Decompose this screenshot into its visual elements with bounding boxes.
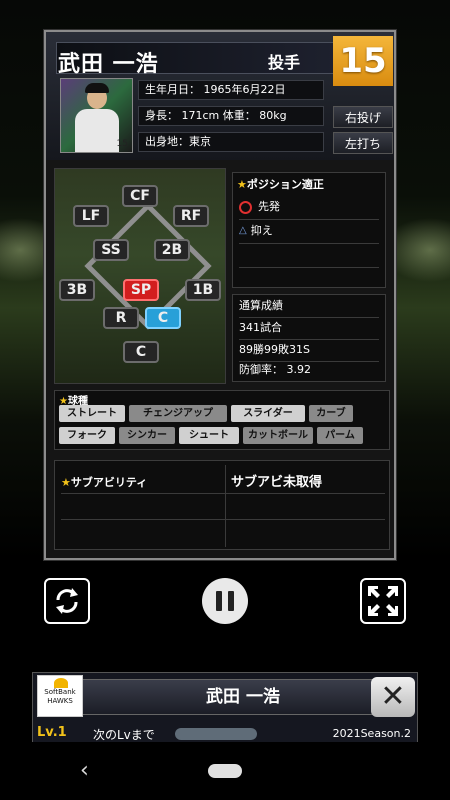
- team-logo: SoftBank HAWKS: [37, 675, 83, 717]
- pause-bar-icon: [216, 591, 222, 611]
- sub-ability-title: ★サブアビリティ: [61, 476, 148, 489]
- pitch-chip: シンカー: [119, 427, 175, 444]
- player-name: 武田 一浩: [58, 52, 159, 77]
- back-chevron-icon[interactable]: ‹: [80, 758, 89, 783]
- close-button[interactable]: ✕: [371, 677, 415, 717]
- collapse-button[interactable]: [360, 578, 406, 624]
- pos-c: C: [123, 341, 159, 363]
- next-level-label: 次のLvまで: [93, 728, 155, 742]
- team-logo-text: SoftBank HAWKS: [44, 688, 76, 705]
- player-summary-bar: 武田 一浩 SoftBank HAWKS ✕ Lv.1 次のLvまで 2021S…: [32, 672, 418, 744]
- pitch-types-panel: ★球種 ストレート チェンジアップ スライダー カーブ フォーク シンカー シュ…: [54, 390, 390, 450]
- throws-badge: 右投げ: [333, 106, 393, 128]
- rotate-button[interactable]: [44, 578, 90, 624]
- bats-badge: 左打ち: [333, 132, 393, 154]
- sub-ability-panel: ★サブアビリティ サブアビ未取得: [54, 460, 390, 550]
- sub-ability-line: [61, 493, 385, 494]
- pitch-chip: ストレート: [59, 405, 125, 422]
- aptitude-label-closer: 抑え: [250, 224, 273, 237]
- pitch-chip: パーム: [317, 427, 363, 444]
- bottom-title-bar: 武田 一浩: [75, 679, 411, 715]
- career-panel: 通算成績 341試合 89勝99敗31S 防御率： 3.92: [232, 294, 386, 382]
- aptitude-row-empty: [239, 243, 379, 268]
- pitch-chip: スライダー: [231, 405, 305, 422]
- physique-field: 身長： 171cm 体重： 80kg: [138, 106, 324, 126]
- pos-sp: SP: [123, 279, 159, 301]
- player-photo: 15: [60, 78, 133, 153]
- bottom-player-name: 武田 一浩: [206, 687, 280, 707]
- pos-lf: LF: [73, 205, 109, 227]
- player-card: 武田 一浩 投手 15 右投げ 左打ち 15 生年月日： 1965年6月22日 …: [44, 30, 396, 560]
- pos-r: R: [103, 307, 139, 329]
- rotate-icon: [56, 588, 78, 614]
- aptitude-label-starter: 先発: [258, 200, 280, 213]
- pitch-chip: カーブ: [309, 405, 353, 422]
- card-header: 武田 一浩 投手 15 右投げ 左打ち 15 生年月日： 1965年6月22日 …: [46, 32, 394, 160]
- pitch-chip: カットボール: [243, 427, 313, 444]
- pos-c-sub: C: [145, 307, 181, 329]
- pos-1b: 1B: [185, 279, 221, 301]
- season-label: 2021Season.2: [332, 727, 411, 740]
- pause-button[interactable]: [202, 578, 248, 624]
- pos-rf: RF: [173, 205, 209, 227]
- player-position: 投手: [268, 53, 301, 72]
- aptitude-panel: ★ポジション適正 先発 △ 抑え: [232, 172, 386, 288]
- pitch-chip: チェンジアップ: [129, 405, 227, 422]
- sub-ability-value: サブアビ未取得: [231, 475, 323, 490]
- pos-ss: SS: [93, 239, 129, 261]
- pitch-chip: シュート: [179, 427, 239, 444]
- triangle-mark-icon: △: [239, 225, 247, 236]
- pos-2b: 2B: [154, 239, 190, 261]
- pos-cf: CF: [122, 185, 158, 207]
- position-diamond: CF LF RF SS 2B 3B SP 1B R C C: [54, 168, 226, 384]
- pause-bar-icon: [228, 591, 234, 611]
- uniform-number: 15: [339, 41, 387, 81]
- pitch-chip: フォーク: [59, 427, 115, 444]
- photo-cap: [85, 83, 109, 93]
- collapse-icon: [368, 586, 398, 616]
- exp-bar: [175, 728, 257, 740]
- hawk-icon: [54, 678, 68, 688]
- birthday-field: 生年月日： 1965年6月22日: [138, 80, 324, 100]
- pos-3b: 3B: [59, 279, 95, 301]
- uniform-number-box: 15: [333, 36, 393, 86]
- home-pill-icon[interactable]: [208, 764, 242, 778]
- photo-body: [75, 109, 119, 152]
- aptitude-row-closer: △ 抑え: [239, 219, 379, 244]
- circle-mark-icon: [239, 200, 252, 214]
- photo-number: 15: [116, 139, 128, 149]
- career-title: 通算成績: [239, 295, 379, 318]
- career-era: 防御率： 3.92: [239, 363, 311, 376]
- hometown-field: 出身地：東京: [138, 132, 324, 152]
- sub-ability-line: [61, 519, 385, 520]
- career-games: 341試合: [239, 317, 379, 340]
- sub-ability-divider: [225, 465, 226, 547]
- player-level: Lv.1: [37, 725, 67, 740]
- aptitude-title: ★ポジション適正: [237, 178, 324, 191]
- aptitude-row-starter: 先発: [239, 195, 379, 220]
- system-nav-bar: ‹: [0, 742, 450, 800]
